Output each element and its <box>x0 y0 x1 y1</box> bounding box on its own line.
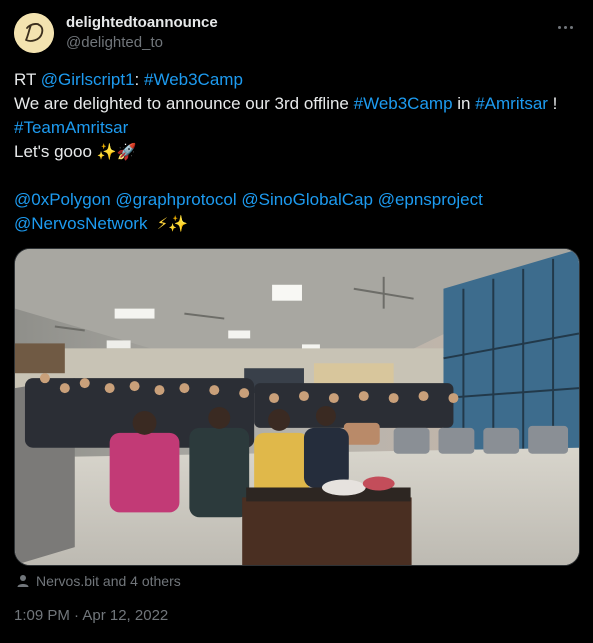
mention-girlscript1[interactable]: @Girlscript1 <box>41 70 135 89</box>
sparkles-icon: ✨ <box>168 214 189 233</box>
text-segment: Let's gooo <box>14 142 97 161</box>
more-icon[interactable] <box>552 17 578 37</box>
author-handle[interactable]: @delighted_to <box>66 33 218 53</box>
author-display-name[interactable]: delightedtoannounce <box>66 14 218 32</box>
social-context-text: Nervos.bit and 4 others <box>36 573 181 589</box>
mention-sinoglobalcap[interactable]: @SinoGlobalCap <box>241 190 373 209</box>
tweet-line-2: We are delighted to announce our 3rd off… <box>14 92 580 116</box>
mention-nervosnetwork[interactable]: @NervosNetwork <box>14 214 147 233</box>
tweet-text: RT @Girlscript1: #Web3Camp We are deligh… <box>14 68 580 236</box>
rocket-icon: 🚀 <box>116 142 137 161</box>
text-segment: in <box>452 94 476 113</box>
mention-epnsproject[interactable]: @epnsproject <box>378 190 483 209</box>
tweet-line-5: @0xPolygon @graphprotocol @SinoGlobalCap… <box>14 188 580 212</box>
tweet-line-4: Let's gooo ✨🚀 <box>14 140 580 164</box>
text-segment: ! <box>547 94 558 113</box>
tweet-photo[interactable] <box>14 248 580 566</box>
mention-0xpolygon[interactable]: @0xPolygon <box>14 190 111 209</box>
avatar[interactable] <box>14 13 54 53</box>
timestamp[interactable]: 1:09 PM · Apr 12, 2022 <box>14 607 168 624</box>
lightning-icon: ⚡ <box>156 214 169 233</box>
mention-graphprotocol[interactable]: @graphprotocol <box>115 190 236 209</box>
tweet-header: delightedtoannounce @delighted_to <box>14 13 580 55</box>
person-icon <box>16 574 30 588</box>
text-segment: We are delighted to announce our 3rd off… <box>14 94 354 113</box>
photo-image <box>15 249 579 565</box>
sparkles-icon: ✨ <box>96 142 117 161</box>
avatar-logo-icon <box>14 13 54 53</box>
social-context[interactable]: Nervos.bit and 4 others <box>16 572 181 590</box>
author-names: delightedtoannounce @delighted_to <box>66 14 218 53</box>
hashtag-web3camp[interactable]: #Web3Camp <box>144 70 243 89</box>
tweet-line-6: @NervosNetwork ⚡✨ <box>14 212 580 236</box>
hashtag-web3camp-2[interactable]: #Web3Camp <box>354 94 453 113</box>
tweet-line-1: RT @Girlscript1: #Web3Camp <box>14 68 580 92</box>
text-segment: : <box>134 70 144 89</box>
text-segment: RT <box>14 70 41 89</box>
hashtag-teamamritsar[interactable]: #TeamAmritsar <box>14 118 128 137</box>
tweet-line-3: #TeamAmritsar <box>14 116 580 140</box>
hashtag-amritsar[interactable]: #Amritsar <box>475 94 548 113</box>
